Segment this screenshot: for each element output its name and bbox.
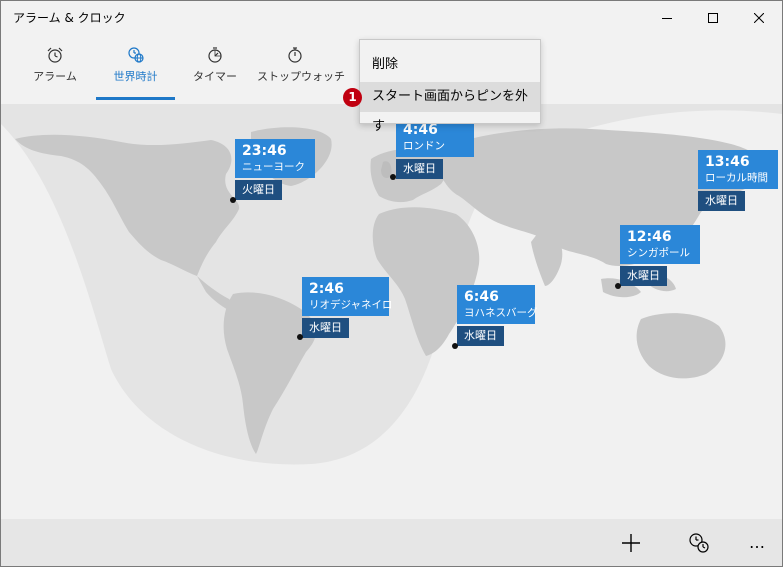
city-marker-rio	[297, 334, 303, 340]
close-icon	[754, 12, 764, 23]
city-card-new-york[interactable]: 23:46 ニューヨーク 火曜日	[235, 139, 315, 200]
tab-alarm-label: アラーム	[33, 70, 77, 83]
city-day: 水曜日	[457, 326, 504, 346]
minimize-button[interactable]	[644, 1, 690, 34]
active-tab-indicator	[96, 97, 175, 100]
city-name: ヨハネスバーグ	[464, 307, 538, 319]
world-map	[1, 104, 782, 519]
compare-button[interactable]	[676, 519, 722, 566]
city-day: 水曜日	[698, 191, 745, 211]
alarm-clock-icon	[47, 47, 63, 63]
menu-item-unpin-from-start[interactable]: スタート画面からピンを外す	[360, 82, 540, 134]
city-marker-johannesburg	[452, 343, 458, 349]
timer-icon	[208, 47, 222, 63]
city-name: シンガポール	[627, 247, 690, 259]
city-time: 23:46	[242, 143, 287, 159]
city-time: 6:46	[464, 289, 499, 305]
city-marker-london	[390, 174, 396, 180]
add-icon	[622, 533, 640, 552]
city-card-time-box: 6:46 ヨハネスバーグ	[457, 285, 538, 324]
title-bar: アラーム & クロック	[1, 1, 782, 34]
tab-world-clock[interactable]: 世界時計	[96, 44, 175, 102]
city-name: リオデジャネイロ	[309, 299, 393, 311]
city-name: ニューヨーク	[242, 161, 305, 173]
city-card-local-time[interactable]: 13:46 ローカル時間 水曜日	[698, 150, 778, 211]
world-map-graphic	[1, 104, 782, 465]
city-card-rio[interactable]: 2:46 リオデジャネイロ 水曜日	[302, 277, 393, 338]
step-badge: 1	[343, 88, 362, 107]
city-day: 水曜日	[620, 266, 667, 286]
world-clock-icon	[127, 47, 144, 63]
city-time: 12:46	[627, 229, 672, 245]
city-card-time-box: 2:46 リオデジャネイロ	[302, 277, 393, 316]
maximize-icon	[708, 12, 718, 23]
more-icon: …	[749, 533, 765, 552]
context-menu: 削除 スタート画面からピンを外す	[359, 39, 541, 134]
tab-timer-label: タイマー	[193, 70, 237, 83]
close-button[interactable]	[736, 1, 782, 34]
city-day: 水曜日	[396, 159, 443, 179]
city-time: 4:46	[403, 122, 438, 138]
app-window: アラーム & クロック アラーム 世界時計 タイマー ストップウォッチ 23:4…	[0, 0, 783, 567]
city-time: 2:46	[309, 281, 344, 297]
city-marker-singapore	[615, 283, 621, 289]
menu-item-delete[interactable]: 削除	[360, 50, 540, 80]
bottom-command-bar: …	[1, 519, 782, 566]
city-card-london[interactable]: 4:46 ロンドン 水曜日	[396, 118, 474, 179]
stopwatch-icon	[288, 47, 302, 63]
city-day: 水曜日	[302, 318, 349, 338]
city-name: ロンドン	[403, 140, 445, 152]
city-name: ローカル時間	[705, 172, 768, 184]
maximize-button[interactable]	[690, 1, 736, 34]
city-day: 火曜日	[235, 180, 282, 200]
tab-stopwatch[interactable]: ストップウォッチ	[257, 44, 345, 102]
tab-timer[interactable]: タイマー	[189, 44, 241, 102]
minimize-icon	[662, 17, 672, 19]
city-marker-new-york	[230, 197, 236, 203]
compare-clock-icon	[689, 532, 709, 553]
city-card-time-box: 12:46 シンガポール	[620, 225, 700, 264]
tab-alarm[interactable]: アラーム	[29, 44, 81, 102]
city-card-time-box: 23:46 ニューヨーク	[235, 139, 315, 178]
city-card-johannesburg[interactable]: 6:46 ヨハネスバーグ 水曜日	[457, 285, 538, 346]
city-card-singapore[interactable]: 12:46 シンガポール 水曜日	[620, 225, 700, 286]
city-time: 13:46	[705, 154, 750, 170]
tab-world-clock-label: 世界時計	[113, 70, 158, 83]
add-city-button[interactable]	[608, 519, 654, 566]
city-card-time-box: 13:46 ローカル時間	[698, 150, 778, 189]
more-button[interactable]: …	[734, 519, 780, 566]
window-title: アラーム & クロック	[13, 11, 126, 25]
tab-stopwatch-label: ストップウォッチ	[257, 70, 345, 83]
